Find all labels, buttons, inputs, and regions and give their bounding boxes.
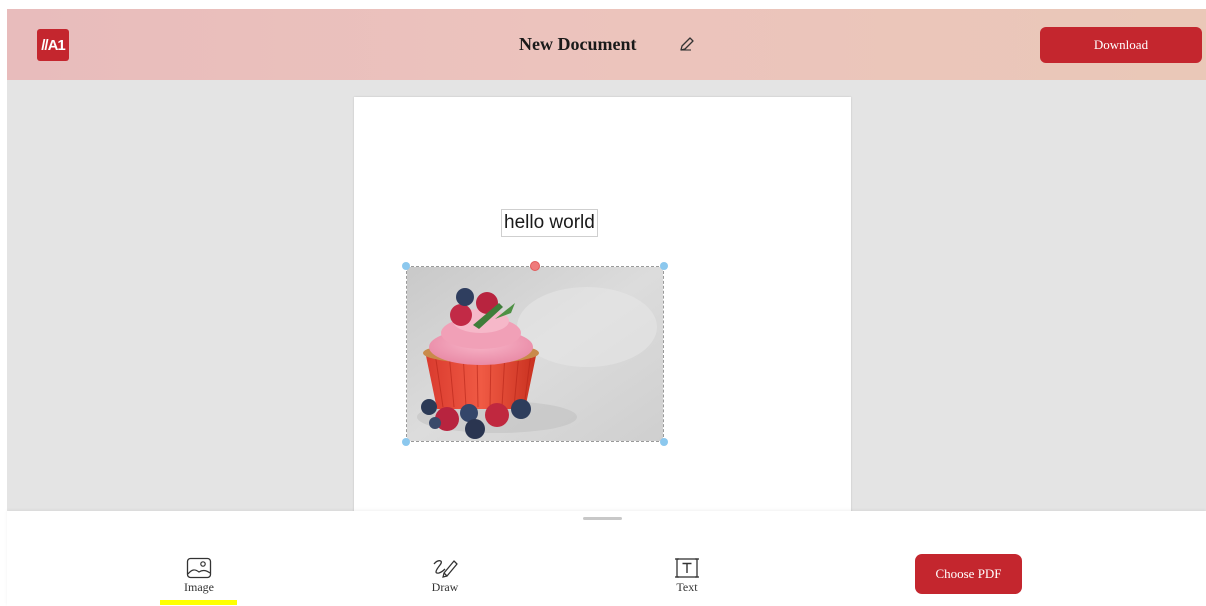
tool-draw-label: Draw xyxy=(431,580,459,594)
tool-image[interactable]: Image xyxy=(159,557,239,594)
image-element[interactable] xyxy=(402,261,668,446)
document-page[interactable]: hello world xyxy=(354,97,851,511)
download-button[interactable]: Download xyxy=(1040,27,1202,63)
active-tool-indicator xyxy=(160,600,237,605)
resize-handle-top-left[interactable] xyxy=(402,262,410,270)
tool-image-label: Image xyxy=(184,580,214,594)
resize-handle-top-right[interactable] xyxy=(660,262,668,270)
app-frame: //A1 New Document Download hello world I… xyxy=(7,9,1206,606)
document-title[interactable]: New Document xyxy=(519,34,636,55)
choose-pdf-button[interactable]: Choose PDF xyxy=(915,554,1022,594)
tool-text-label: Text xyxy=(676,580,698,594)
document-title-area: New Document xyxy=(7,9,1206,80)
tool-text[interactable]: Text xyxy=(647,557,727,594)
rotate-handle[interactable] xyxy=(530,261,540,271)
text-icon xyxy=(674,557,700,579)
editor-workspace: hello world xyxy=(7,80,1206,511)
text-element[interactable]: hello world xyxy=(501,209,598,237)
resize-handle-bottom-left[interactable] xyxy=(402,438,410,446)
header-bar: //A1 New Document Download xyxy=(7,9,1206,80)
draw-icon xyxy=(430,557,460,579)
pencil-icon[interactable] xyxy=(678,35,696,53)
resize-handle-bottom-right[interactable] xyxy=(660,438,668,446)
app-logo[interactable]: //A1 xyxy=(37,29,69,61)
cupcake-image xyxy=(407,267,663,441)
bottom-toolbar: Image Draw Text Choose PDF xyxy=(7,511,1206,606)
tool-draw[interactable]: Draw xyxy=(405,557,485,594)
toolbar-drag-handle[interactable] xyxy=(583,517,622,520)
image-icon xyxy=(186,557,212,579)
